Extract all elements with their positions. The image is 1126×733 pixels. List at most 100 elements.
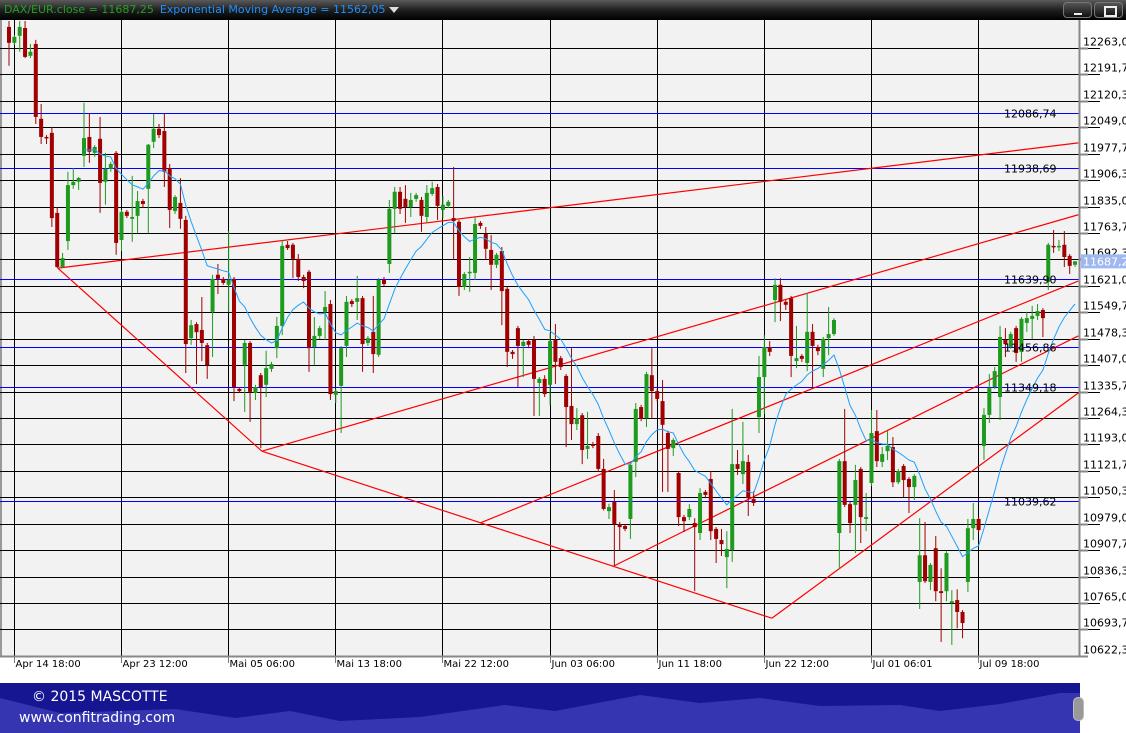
footer-banner: © 2015 MASCOTTE www.confitrading.com	[0, 683, 1080, 733]
candle-body	[1067, 255, 1072, 266]
candle-body	[998, 337, 1003, 398]
candle-body	[478, 222, 483, 226]
candle-body	[606, 507, 611, 512]
candle-body	[76, 178, 81, 182]
caret-down-icon[interactable]	[389, 7, 400, 13]
y-tick-label: 11050,39	[1083, 485, 1126, 498]
plot-background	[0, 20, 1079, 656]
candle-body	[1062, 244, 1067, 257]
candle-body	[296, 258, 301, 277]
candle-body	[955, 600, 960, 612]
bearish-candle	[231, 276, 236, 402]
scroll-handle[interactable]	[1073, 697, 1084, 721]
candle-body	[633, 408, 638, 462]
candle-body	[323, 307, 328, 312]
level-label: 11639,90	[1004, 274, 1057, 287]
candle-body	[531, 339, 536, 379]
candle-body	[515, 328, 520, 346]
candle-body	[483, 234, 488, 249]
candle-body	[778, 284, 783, 302]
y-tick-label: 10907,72	[1083, 538, 1126, 551]
candle-body	[1051, 245, 1056, 248]
minimize-button[interactable]	[1063, 2, 1092, 18]
candle-body	[398, 191, 403, 209]
x-tick-label: Jun 22 12:00	[765, 659, 830, 670]
candle-body	[510, 351, 515, 355]
candle-body	[349, 301, 354, 305]
candle-body	[248, 342, 253, 392]
candle-body	[98, 138, 103, 183]
y-tick-label: 11121,72	[1083, 459, 1126, 472]
level-label: 11039,62	[1004, 496, 1057, 509]
candle-body	[65, 185, 70, 242]
candle-body	[446, 201, 451, 206]
minimize-icon	[1074, 13, 1082, 15]
candle-body	[49, 132, 54, 219]
candle-body	[124, 211, 129, 216]
candle-body	[194, 324, 199, 333]
candle-body	[1024, 318, 1029, 323]
candle-body	[344, 301, 349, 346]
candle-body	[258, 375, 263, 388]
candle-body	[151, 128, 156, 142]
candle-body	[719, 540, 724, 545]
level-label: 11349,18	[1004, 382, 1057, 395]
maximize-icon	[1104, 6, 1117, 17]
candle-body	[896, 471, 901, 483]
candle-body	[885, 445, 890, 452]
candle-body	[880, 454, 885, 462]
candle-body	[60, 258, 65, 267]
candle-body	[944, 553, 949, 592]
candle-body	[553, 339, 558, 362]
candle-body	[371, 331, 376, 355]
candle-body	[505, 288, 510, 352]
candle-body	[173, 196, 178, 212]
candle-body	[949, 601, 954, 604]
candle-body	[623, 525, 628, 529]
candle-body	[285, 244, 290, 249]
x-tick-label: Jul 09 18:00	[979, 659, 1040, 670]
y-tick-label: 11549,72	[1083, 300, 1126, 313]
candle-body	[290, 244, 295, 259]
candle-body	[489, 249, 494, 265]
candle-body	[1073, 261, 1078, 265]
y-tick-label: 11478,39	[1083, 327, 1126, 340]
bullish-candle	[387, 199, 392, 273]
candle-body	[960, 611, 965, 624]
close-series-label: DAX/EUR.close = 11687,25	[4, 3, 154, 16]
bullish-candle	[473, 216, 478, 280]
candlestick-chart[interactable]: 12086,74 11938,69 11639,90 11456,86 11349,18…	[0, 20, 1126, 680]
y-tick-label: 11264,39	[1083, 406, 1126, 419]
candle-body	[39, 118, 44, 137]
candle-body	[601, 468, 606, 509]
candle-body	[585, 445, 590, 449]
x-tick-label: Apr 23 12:00	[123, 659, 188, 670]
website-link[interactable]: www.confitrading.com	[19, 710, 175, 726]
candle-body	[108, 163, 113, 169]
candle-body	[789, 298, 794, 356]
bearish-candle	[49, 126, 54, 227]
candle-body	[435, 186, 440, 206]
candle-body	[183, 219, 188, 345]
candle-body	[853, 480, 858, 505]
current-price-label: 11687,25	[1083, 255, 1126, 268]
candle-body	[590, 444, 595, 446]
candle-body	[494, 254, 499, 265]
candle-body	[564, 375, 569, 408]
candle-body	[162, 131, 167, 172]
y-tick-label: 12191,72	[1083, 62, 1126, 75]
level-label: 11938,69	[1004, 163, 1057, 176]
candle-body	[848, 504, 853, 524]
candle-body	[665, 432, 670, 449]
candle-body	[933, 548, 938, 592]
candle-body	[917, 555, 922, 582]
candle-body	[280, 245, 285, 326]
y-tick-label: 12263,06	[1083, 36, 1126, 49]
maximize-button[interactable]	[1094, 2, 1123, 18]
candle-body	[1030, 315, 1035, 319]
candle-body	[33, 43, 38, 117]
candle-body	[414, 195, 419, 199]
candle-body	[928, 564, 933, 582]
candle-body	[226, 279, 231, 285]
copyright-text: © 2015 MASCOTTE	[32, 689, 168, 705]
